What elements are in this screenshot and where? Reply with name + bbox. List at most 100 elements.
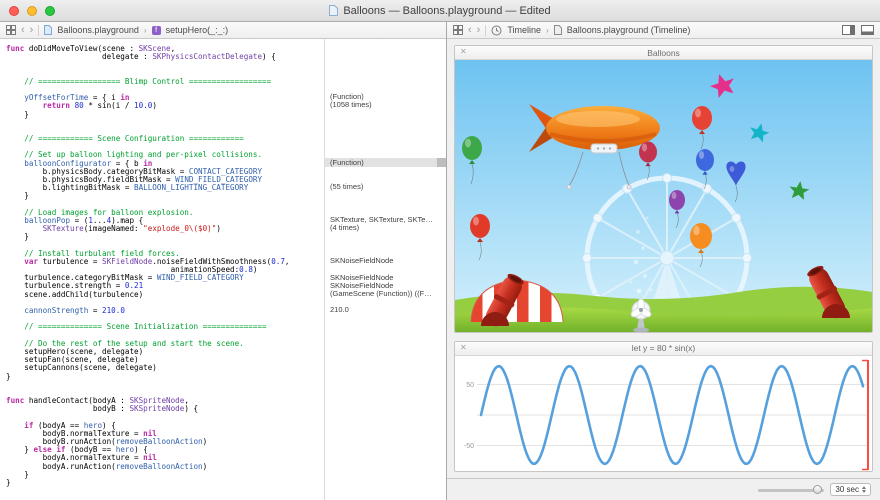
code-line: } [6,372,323,380]
code-line: setupHero(scene, delegate) [6,347,323,355]
timeline-crumb[interactable]: Timeline [507,25,541,35]
window-titlebar[interactable]: Balloons — Balloons.playground — Edited [0,0,880,22]
code-line: // Set up balloon lighting and per-pixel… [6,150,323,158]
code-line: // ============== Scene Initialization =… [6,322,323,330]
close-assistant-icon[interactable] [861,25,874,35]
code-line: turbulence.strength = 0.21 [6,281,323,289]
code-line: } [6,191,323,199]
code-line [6,241,323,249]
code-line: bodyB : SKSpriteNode) { [6,404,323,412]
code-line: } [6,478,323,486]
timeline-doc-icon [554,25,562,35]
code-line: } [6,232,323,240]
forward-button[interactable]: › [477,25,481,35]
balloons-result-view: Balloons [454,45,873,333]
code-line: bodyA.runAction(removeBalloonAction) [6,462,323,470]
related-items-icon[interactable] [453,25,463,35]
code-line: } [6,470,323,478]
code-line: balloonPop = (1...4).map { [6,216,323,224]
source-editor-pane: ‹ › Balloons.playground › setupHero(_:_:… [0,22,447,500]
code-line: delegate : SKPhysicsContactDelegate) { [6,52,323,60]
document-proxy-icon[interactable] [329,5,338,16]
code-editor-area[interactable]: func doDidMoveToView(scene : SKScene, de… [0,39,446,500]
slider-thumb[interactable] [813,485,822,494]
code-line: animationSpeed:0.8) [6,265,323,273]
window-title: Balloons — Balloons.playground — Edited [343,5,550,17]
result-value[interactable]: (4 times) [330,224,444,232]
code-line: bodyB.normalTexture = nil [6,429,323,437]
duration-stepper-icon[interactable] [862,486,866,493]
timeline-document-crumb[interactable]: Balloons.playground (Timeline) [567,25,691,35]
code-line: } else if (bodyB == hero) { [6,445,323,453]
result-value[interactable]: (GameScene (Function)) ((F… [330,290,444,298]
code-line: SKTexture(imageNamed: "explode_0\($0)") [6,224,323,232]
balloons-view-header: Balloons [455,46,872,60]
code-line: func handleContact(bodyA : SKSpriteNode, [6,396,323,404]
result-value[interactable]: SKNoiseFieldNode [330,257,444,265]
jump-bar-divider [485,25,486,36]
code-line [6,200,323,208]
code-line: b.physicsBody.fieldBitMask = WIND_FIELD_… [6,175,323,183]
code-line [6,412,323,420]
code-line: scene.addChild(turbulence) [6,290,323,298]
code-line: return 80 * sin(i / 10.0) [6,101,323,109]
result-value[interactable]: SKTexture, SKTexture, SKTe… [330,216,444,224]
clock-icon [491,25,502,36]
forward-button[interactable]: › [30,25,34,35]
jump-bar-divider [38,25,39,36]
timeline-pane: ‹ › Timeline › Balloons.playground (Time… [447,22,880,500]
result-value[interactable]: (Function) [330,93,444,101]
balloons-scene-canvas [455,60,873,333]
code-line: setupFan(scene, delegate) [6,355,323,363]
xcode-playground-window: Balloons — Balloons.playground — Edited … [0,0,880,500]
code-line: var turbulence = SKFieldNode.noiseFieldW… [6,257,323,265]
timeline-content: Balloons [447,39,880,500]
code-line [6,85,323,93]
sine-graph-canvas: 50-50 [455,356,873,472]
result-value[interactable]: (1058 times) [330,101,444,109]
code-line [6,331,323,339]
assistant-editor-icon[interactable] [842,25,855,35]
timeline-duration-slider[interactable] [758,484,824,496]
breadcrumb-file[interactable]: Balloons.playground [57,25,139,35]
code-line [6,380,323,388]
back-button[interactable]: ‹ [468,25,472,35]
breadcrumb-separator-icon: › [144,26,147,35]
duration-field[interactable]: 30 sec [830,483,871,496]
duration-label: 30 sec [835,485,859,494]
results-sidebar: (Function)(1058 times)(Function)(55 time… [324,39,446,500]
code-line [6,118,323,126]
code-line: b.physicsBody.categoryBitMask = CONTACT_… [6,167,323,175]
back-button[interactable]: ‹ [21,25,25,35]
code-line [6,69,323,77]
code-editor[interactable]: func doDidMoveToView(scene : SKScene, de… [6,39,323,500]
code-line: turbulence.categoryBitMask = WIND_FIELD_… [6,273,323,281]
code-line [6,298,323,306]
function-icon [152,26,161,35]
related-items-icon[interactable] [6,25,16,35]
playground-file-icon [44,25,52,35]
timeline-bottom-bar: 30 sec [447,478,880,500]
svg-text:-50: -50 [464,443,474,450]
code-line: b.lightingBitMask = BALLOON_LIGHTING_CAT… [6,183,323,191]
code-line: // Install turbulant field forces. [6,249,323,257]
result-value[interactable]: SKNoiseFieldNode [330,282,444,290]
breadcrumb-separator-icon: › [546,26,549,35]
code-line: // ================== Blimp Control ====… [6,77,323,85]
code-line: setupCannons(scene, delegate) [6,363,323,371]
close-result-icon[interactable] [460,343,467,352]
result-value[interactable]: 210.0 [330,306,444,314]
result-value[interactable]: (55 times) [330,183,444,191]
editor-jump-bar: ‹ › Balloons.playground › setupHero(_:_:… [0,22,446,39]
result-value[interactable]: SKNoiseFieldNode [330,274,444,282]
breadcrumb-symbol[interactable]: setupHero(_:_:) [166,25,229,35]
result-value[interactable]: (Function) [330,159,444,167]
code-line: func doDidMoveToView(scene : SKScene, [6,44,323,52]
close-result-icon[interactable] [460,47,467,56]
timeline-jump-bar: ‹ › Timeline › Balloons.playground (Time… [447,22,880,39]
code-line: yOffsetForTime = { i in [6,93,323,101]
code-line: // Load images for balloon explosion. [6,208,323,216]
code-line: bodyB.runAction(removeBalloonAction) [6,437,323,445]
code-line [6,126,323,134]
graph-view-title: let y = 80 * sin(x) [632,343,696,353]
